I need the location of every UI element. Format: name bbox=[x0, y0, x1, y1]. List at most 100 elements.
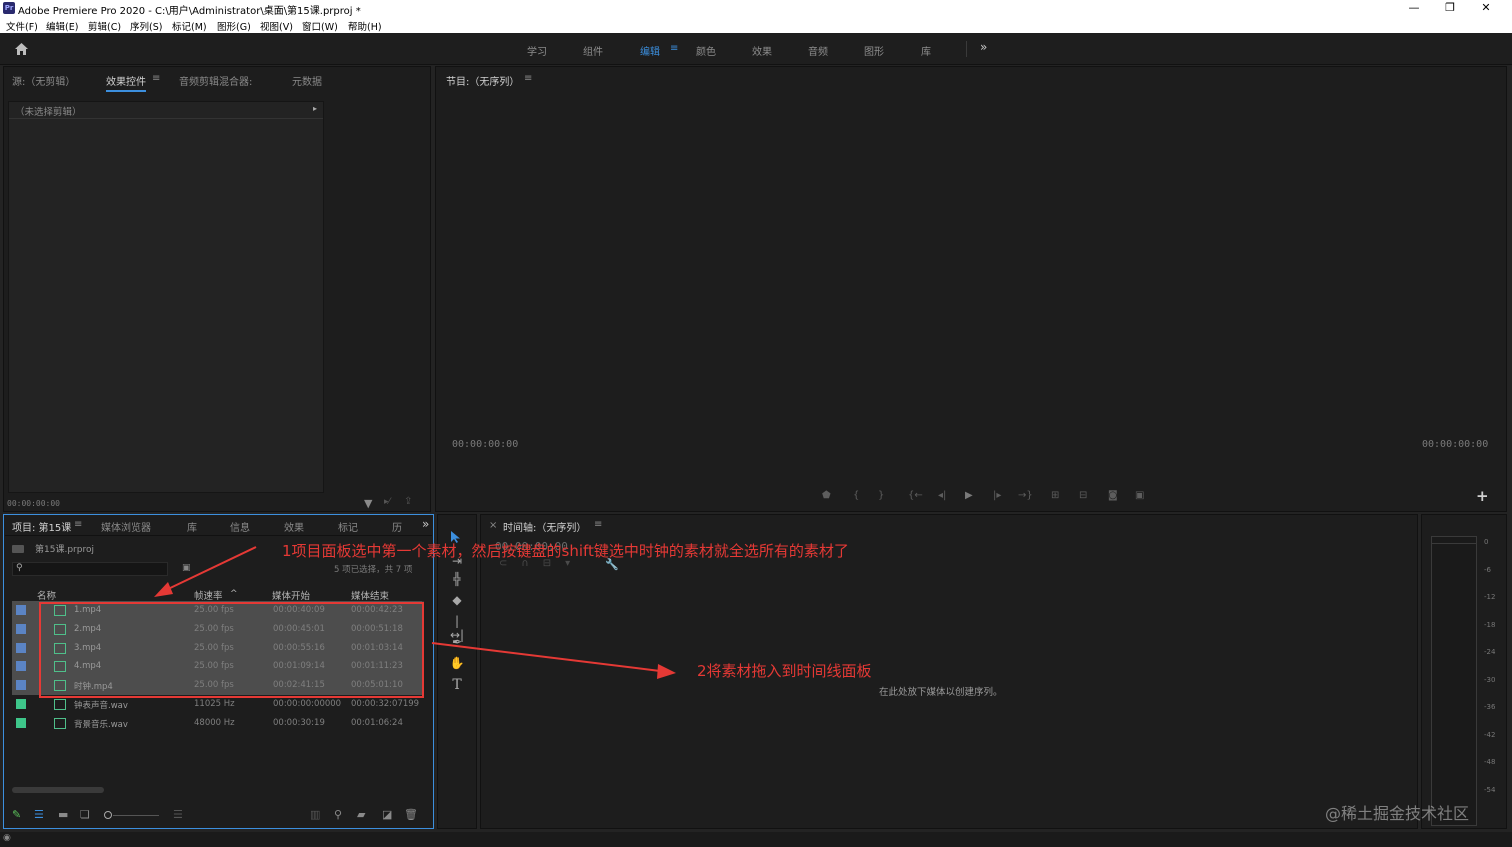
menu-view[interactable]: 视图(V) bbox=[260, 19, 293, 33]
zoom-slider[interactable] bbox=[113, 815, 159, 816]
workspace-effects[interactable]: 效果 bbox=[752, 43, 772, 58]
column-name[interactable]: 名称 bbox=[37, 588, 56, 602]
label-color-swatch[interactable] bbox=[16, 623, 26, 634]
ripple-edit-icon[interactable]: ╬ bbox=[448, 572, 466, 588]
workspace-editing[interactable]: 编辑 bbox=[640, 43, 660, 58]
timeline-title[interactable]: 时间轴:（无序列） bbox=[503, 519, 586, 534]
hand-icon[interactable]: ✋ bbox=[448, 656, 466, 672]
comparison-view-icon[interactable]: ▣ bbox=[1135, 490, 1144, 501]
audio-clip-icon bbox=[54, 717, 66, 729]
workspace-overflow-icon[interactable]: » bbox=[980, 40, 987, 54]
close-button[interactable]: ✕ bbox=[1468, 0, 1504, 17]
workspace-graphics[interactable]: 图形 bbox=[864, 43, 884, 58]
tab-libraries[interactable]: 库 bbox=[187, 519, 197, 534]
lift-icon[interactable]: ⊞ bbox=[1051, 490, 1059, 501]
tab-markers[interactable]: 标记 bbox=[338, 519, 358, 534]
workspace-assembly[interactable]: 组件 bbox=[583, 43, 603, 58]
clip-media-start: 00:00:30:19 bbox=[273, 717, 325, 728]
tab-source[interactable]: 源:（无剪辑） bbox=[12, 73, 75, 88]
horizontal-scrollbar[interactable] bbox=[12, 787, 104, 793]
timeline-menu-icon[interactable]: ≡ bbox=[594, 519, 602, 530]
tab-project-menu-icon[interactable]: ≡ bbox=[74, 519, 82, 530]
add-marker-icon[interactable]: ⬟ bbox=[822, 490, 831, 501]
menu-marker[interactable]: 标记(M) bbox=[172, 19, 207, 33]
sort-ascending-icon[interactable]: ^ bbox=[230, 589, 238, 599]
new-item-icon[interactable]: ◪ bbox=[382, 808, 392, 821]
zoom-slider-handle[interactable] bbox=[104, 811, 112, 819]
find-icon[interactable]: ⚲ bbox=[334, 808, 342, 821]
meter-tick-label: -54 bbox=[1484, 785, 1496, 794]
export-frame-icon[interactable]: ◙ bbox=[1108, 490, 1118, 501]
column-media-start[interactable]: 媒体开始 bbox=[272, 588, 310, 602]
step-back-icon[interactable]: ◂| bbox=[938, 490, 946, 501]
tab-metadata[interactable]: 元数据 bbox=[292, 73, 322, 88]
mark-in-icon[interactable]: { bbox=[853, 490, 859, 501]
program-monitor-menu-icon[interactable]: ≡ bbox=[524, 73, 532, 84]
tab-project[interactable]: 项目: 第15课 bbox=[12, 519, 71, 534]
label-color-swatch[interactable] bbox=[16, 661, 26, 672]
menu-edit[interactable]: 编辑(E) bbox=[46, 19, 78, 33]
step-forward-icon[interactable]: |▸ bbox=[993, 490, 1001, 501]
write-protect-icon[interactable]: ✎ bbox=[12, 808, 21, 821]
go-to-in-icon[interactable]: {← bbox=[908, 490, 923, 501]
program-playhead-timecode[interactable]: 00:00:00:00 bbox=[452, 439, 518, 450]
go-to-out-icon[interactable]: →} bbox=[1018, 490, 1033, 501]
menu-graphics[interactable]: 图形(G) bbox=[217, 19, 251, 33]
restore-button[interactable]: ❐ bbox=[1432, 0, 1468, 17]
label-color-swatch[interactable] bbox=[16, 605, 26, 615]
label-color-swatch[interactable] bbox=[16, 642, 26, 653]
pen-icon[interactable]: ✒ bbox=[448, 635, 466, 651]
menu-help[interactable]: 帮助(H) bbox=[348, 19, 382, 33]
premiere-logo-icon: Pr bbox=[3, 2, 15, 14]
tab-audio-clip-mixer[interactable]: 音频剪辑混合器: bbox=[179, 73, 252, 88]
project-overflow-icon[interactable]: » bbox=[422, 517, 429, 531]
home-icon[interactable] bbox=[14, 42, 29, 56]
menu-clip[interactable]: 剪辑(C) bbox=[88, 19, 121, 33]
add-button[interactable]: + bbox=[1476, 487, 1489, 505]
project-search-input[interactable]: ⚲ bbox=[12, 562, 168, 576]
table-row[interactable]: 背景音乐.wav 48000 Hz 00:00:30:19 00:01:06:24 bbox=[12, 714, 422, 733]
minimize-button[interactable]: — bbox=[1396, 0, 1432, 17]
menu-file[interactable]: 文件(F) bbox=[6, 19, 38, 33]
label-color-swatch[interactable] bbox=[16, 717, 26, 728]
menu-window[interactable]: 窗口(W) bbox=[302, 19, 338, 33]
column-media-end[interactable]: 媒体结束 bbox=[351, 588, 389, 602]
expand-arrow-icon[interactable]: ▸ bbox=[313, 104, 317, 113]
workspace-learn[interactable]: 学习 bbox=[527, 43, 547, 58]
sort-icons-icon[interactable]: ☰ bbox=[173, 808, 183, 821]
list-view-icon[interactable]: ☰ bbox=[34, 808, 44, 821]
tab-effects[interactable]: 效果 bbox=[284, 519, 304, 534]
automate-to-sequence-icon[interactable]: ▥ bbox=[310, 808, 320, 821]
tab-media-browser[interactable]: 媒体浏览器 bbox=[101, 519, 151, 534]
play-icon[interactable]: ▶ bbox=[965, 490, 973, 501]
tab-info[interactable]: 信息 bbox=[230, 519, 250, 534]
icon-view-icon[interactable]: ▬ bbox=[58, 808, 68, 821]
type-icon[interactable]: T bbox=[448, 677, 466, 693]
slip-icon[interactable]: |↔| bbox=[448, 614, 466, 642]
freeform-view-icon[interactable]: ❏ bbox=[80, 808, 90, 821]
filter-icon[interactable]: ▼ bbox=[364, 497, 372, 510]
column-frame-rate[interactable]: 帧速率 bbox=[194, 588, 223, 602]
menu-sequence[interactable]: 序列(S) bbox=[130, 19, 162, 33]
tab-history[interactable]: 历 bbox=[392, 519, 402, 534]
new-bin-icon[interactable]: ▰ bbox=[357, 808, 365, 821]
clear-icon[interactable]: 🗑 bbox=[404, 808, 418, 821]
new-search-bin-icon[interactable]: ▣ bbox=[182, 563, 191, 573]
mark-out-icon[interactable]: } bbox=[878, 490, 884, 501]
tab-effect-controls[interactable]: 效果控件 bbox=[106, 73, 146, 92]
export-icon[interactable]: ⇪ bbox=[404, 496, 412, 507]
program-duration-timecode: 00:00:00:00 bbox=[1422, 439, 1489, 450]
program-monitor-title[interactable]: 节目:（无序列） bbox=[446, 73, 519, 88]
workspace-editing-menu-icon[interactable]: ≡ bbox=[670, 43, 678, 54]
workspace-audio[interactable]: 音频 bbox=[808, 43, 828, 58]
extract-icon[interactable]: ⊟ bbox=[1079, 490, 1087, 501]
label-color-swatch[interactable] bbox=[16, 699, 26, 709]
label-color-swatch[interactable] bbox=[16, 680, 26, 691]
play-only-audio-icon[interactable]: ▸⁄ bbox=[384, 497, 390, 507]
workspace-color[interactable]: 颜色 bbox=[696, 43, 716, 58]
razor-icon[interactable]: ◆ bbox=[448, 593, 466, 609]
workspace-divider bbox=[966, 41, 967, 57]
timeline-close-icon[interactable]: × bbox=[489, 520, 497, 531]
tab-effect-controls-menu-icon[interactable]: ≡ bbox=[152, 73, 160, 84]
workspace-libraries[interactable]: 库 bbox=[921, 43, 931, 58]
